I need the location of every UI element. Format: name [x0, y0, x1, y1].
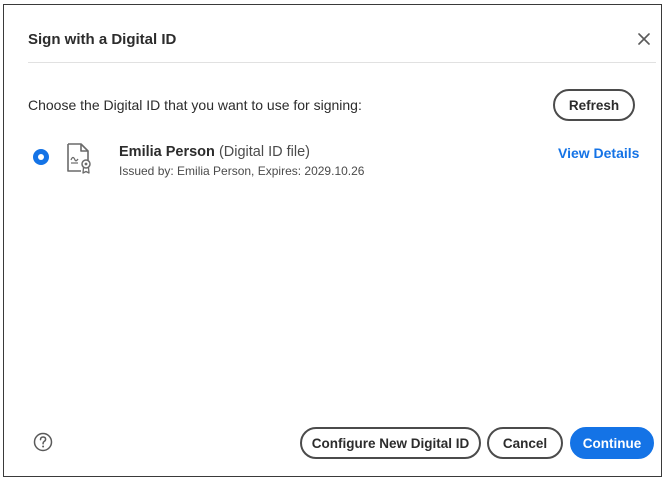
digital-id-name: Emilia Person	[119, 144, 215, 160]
digital-id-meta: Issued by: Emilia Person, Expires: 2029.…	[119, 164, 365, 178]
title-divider	[28, 62, 656, 63]
continue-button[interactable]: Continue	[570, 427, 654, 459]
refresh-button[interactable]: Refresh	[553, 89, 635, 121]
close-icon	[638, 33, 650, 45]
sign-digital-id-dialog: Sign with a Digital ID Choose the Digita…	[3, 4, 662, 477]
help-button[interactable]	[33, 432, 53, 452]
choose-id-prompt: Choose the Digital ID that you want to u…	[28, 97, 362, 113]
configure-new-digital-id-button[interactable]: Configure New Digital ID	[300, 427, 481, 459]
cancel-button[interactable]: Cancel	[487, 427, 563, 459]
certificate-icon	[67, 143, 91, 174]
view-details-link[interactable]: View Details	[558, 145, 639, 161]
digital-id-radio[interactable]	[33, 149, 49, 165]
dialog-title: Sign with a Digital ID	[28, 31, 177, 48]
help-icon	[33, 432, 53, 452]
digital-id-title: Emilia Person (Digital ID file)	[119, 144, 310, 160]
close-button[interactable]	[634, 29, 654, 49]
digital-id-type: (Digital ID file)	[218, 144, 310, 160]
